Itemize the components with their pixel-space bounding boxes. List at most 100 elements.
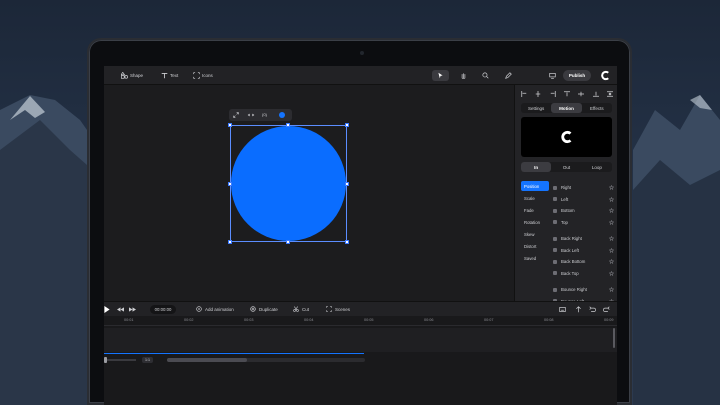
brand-logo-icon[interactable] xyxy=(600,70,611,81)
category-position[interactable]: Position xyxy=(521,181,549,191)
star-icon[interactable] xyxy=(609,259,614,264)
redo-icon[interactable] xyxy=(603,306,610,313)
effect-list: Right Left Bottom Top Back Right Back Le… xyxy=(553,182,614,319)
zoom-tool-button[interactable] xyxy=(477,70,494,81)
effect-thumbnail xyxy=(553,248,557,253)
effect-item[interactable]: Top xyxy=(553,217,614,229)
effect-label: Back Left xyxy=(561,247,579,253)
timeline-scrollbar-thumb[interactable] xyxy=(167,358,247,362)
category-fade[interactable]: Fade xyxy=(521,205,549,215)
effect-item[interactable]: Back Left xyxy=(553,245,614,257)
category-scale[interactable]: Scale xyxy=(521,193,549,203)
category-saved[interactable]: Saved xyxy=(521,253,549,263)
shape-tool-button[interactable]: Shape xyxy=(121,72,143,79)
shapes-icon xyxy=(121,72,128,79)
align-middle-icon[interactable] xyxy=(578,91,585,97)
resize-handle[interactable] xyxy=(228,123,232,127)
scenes-icon xyxy=(326,306,332,312)
cut-label: Cut xyxy=(302,306,310,312)
category-distort[interactable]: Distort xyxy=(521,241,549,251)
star-icon[interactable] xyxy=(609,196,614,202)
tab-in[interactable]: In xyxy=(521,162,552,172)
hand-tool-button[interactable] xyxy=(455,70,472,81)
resize-handle[interactable] xyxy=(228,240,232,244)
star-icon[interactable] xyxy=(609,219,614,225)
resize-handle[interactable] xyxy=(345,182,349,186)
publish-button[interactable]: Publish xyxy=(563,70,591,81)
preview-button[interactable] xyxy=(544,70,561,81)
timeline-zoom-slider[interactable] xyxy=(104,359,136,361)
align-left-icon[interactable] xyxy=(521,91,527,97)
align-center-h-icon[interactable] xyxy=(535,91,541,97)
tick-label: 00:04 xyxy=(304,318,314,322)
cut-button[interactable]: Cut xyxy=(293,306,309,312)
effect-thumbnail xyxy=(553,208,557,213)
tab-loop[interactable]: Loop xyxy=(582,162,612,172)
tab-settings[interactable]: Settings xyxy=(521,103,551,113)
resize-handle[interactable] xyxy=(286,240,290,244)
star-icon[interactable] xyxy=(609,236,614,241)
align-bottom-icon[interactable] xyxy=(592,91,599,97)
star-icon[interactable] xyxy=(609,270,614,276)
split-icon[interactable] xyxy=(575,306,582,313)
star-icon[interactable] xyxy=(609,185,614,190)
tick-label: 00:08 xyxy=(544,318,554,322)
tab-out[interactable]: Out xyxy=(551,162,581,172)
scissors-icon xyxy=(293,306,299,312)
resize-handle[interactable] xyxy=(345,240,349,244)
align-right-icon[interactable] xyxy=(550,91,556,97)
duplicate-button[interactable]: Duplicate xyxy=(250,306,278,312)
code-button[interactable]: {0} xyxy=(262,112,267,117)
keyboard-icon[interactable] xyxy=(559,306,566,313)
effect-item[interactable]: Right xyxy=(553,182,614,194)
animation-preview xyxy=(521,117,612,157)
rewind-icon[interactable] xyxy=(117,307,124,312)
effect-item[interactable]: Bounce Right xyxy=(553,284,614,296)
effect-item[interactable]: Left xyxy=(553,194,614,206)
tab-effects[interactable]: Effects xyxy=(582,103,612,113)
camera-dot xyxy=(360,51,364,55)
align-top-icon[interactable] xyxy=(563,91,570,97)
effect-thumbnail xyxy=(553,271,557,276)
text-tool-button[interactable]: Text xyxy=(161,72,178,79)
effect-thumbnail xyxy=(553,185,557,190)
tick-label: 00:03 xyxy=(244,318,254,322)
scenes-button[interactable]: Scenes xyxy=(326,306,350,312)
text-icon xyxy=(161,72,168,79)
playback-bar: 00:00:00 Add animation Duplicate Cut Sce… xyxy=(104,301,617,316)
tab-motion[interactable]: Motion xyxy=(551,103,582,113)
select-tool-button[interactable] xyxy=(432,70,449,81)
timeline-zoom-knob[interactable] xyxy=(104,357,107,363)
effect-item[interactable]: Back Bottom xyxy=(553,256,614,268)
star-icon[interactable] xyxy=(609,247,614,253)
undo-icon[interactable] xyxy=(589,306,596,313)
effect-item[interactable]: Back Top xyxy=(553,268,614,280)
effect-thumbnail xyxy=(553,220,557,225)
align-toolbar xyxy=(521,91,613,97)
resize-handle[interactable] xyxy=(286,123,290,127)
star-icon[interactable] xyxy=(609,287,614,292)
timeline-vertical-scrollbar[interactable] xyxy=(613,328,615,348)
category-rotation[interactable]: Rotation xyxy=(521,217,549,227)
timeline-ruler: 00:01 00:02 00:03 00:04 00:05 00:06 00:0… xyxy=(104,316,617,326)
resize-handle[interactable] xyxy=(345,123,349,127)
star-icon[interactable] xyxy=(609,208,614,213)
floating-toolbar: {0} xyxy=(229,109,292,121)
play-icon[interactable] xyxy=(104,306,110,313)
distribute-icon[interactable] xyxy=(606,91,613,97)
pen-tool-button[interactable] xyxy=(500,70,517,81)
resize-arrows-icon[interactable] xyxy=(247,112,255,118)
timeline-track[interactable] xyxy=(104,328,617,352)
icons-label: Icons xyxy=(202,73,213,78)
resize-handle[interactable] xyxy=(228,182,232,186)
fast-forward-icon[interactable] xyxy=(129,307,136,312)
category-skew[interactable]: Skew xyxy=(521,229,549,239)
effect-item[interactable]: Bottom xyxy=(553,205,614,217)
expand-icon[interactable] xyxy=(233,112,239,118)
canvas-area[interactable]: {0} xyxy=(104,85,514,301)
fill-color-swatch[interactable] xyxy=(279,112,285,118)
effect-item[interactable]: Back Right xyxy=(553,233,614,245)
icons-tool-button[interactable]: Icons xyxy=(193,72,213,79)
timeline[interactable]: 00:01 00:02 00:03 00:04 00:05 00:06 00:0… xyxy=(104,316,617,405)
add-animation-button[interactable]: Add animation xyxy=(196,306,234,312)
